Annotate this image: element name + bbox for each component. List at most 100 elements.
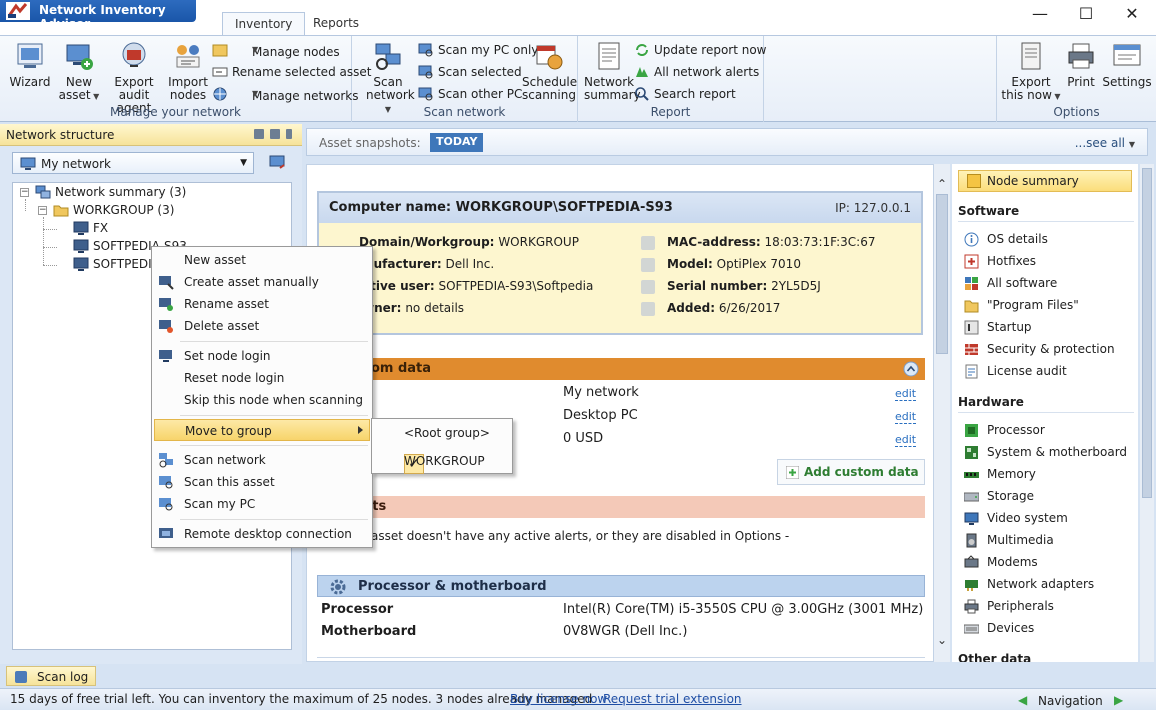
tree-label: Network summary (3): [55, 185, 187, 199]
scan-other-label: Scan other PC: [438, 87, 523, 101]
edit-link[interactable]: edit: [895, 433, 917, 447]
menu-rename-asset[interactable]: Rename asset: [154, 293, 370, 315]
hardware-heading: Hardware: [958, 395, 1024, 409]
snapshot-today[interactable]: TODAY: [430, 133, 484, 152]
menu-scan-my-pc[interactable]: Scan my PC: [154, 493, 370, 515]
scroll-up-icon[interactable]: ⌃: [934, 176, 950, 192]
startup-icon: [964, 320, 979, 335]
new-asset-button[interactable]: New asset ▼: [56, 40, 102, 103]
menu-scan-this-asset[interactable]: Scan this asset: [154, 471, 370, 493]
menu-move-to-group[interactable]: Move to group: [154, 419, 370, 441]
monitor-search-icon: [418, 65, 433, 79]
network-refresh-icon[interactable]: [268, 154, 288, 172]
schedule-scanning-button[interactable]: Schedule scanning: [522, 40, 577, 102]
request-trial-extension-link[interactable]: Request trial extension: [603, 692, 742, 706]
model-field: Model: OptiPlex 7010: [667, 257, 801, 271]
scan-network-label-1: Scan: [373, 75, 403, 89]
settings-label: Settings: [1102, 75, 1152, 89]
wizard-button[interactable]: Wizard: [8, 40, 52, 89]
agent-export-icon: [122, 42, 146, 67]
software-heading: Software: [958, 204, 1020, 218]
processor-header[interactable]: Processor & motherboard: [317, 575, 925, 597]
network-summary-icon: [35, 185, 51, 199]
menu-set-node-login[interactable]: Set node login: [154, 345, 370, 367]
minimize-icon[interactable]: —: [1020, 4, 1060, 26]
asset-details: Computer name: WORKGROUP\SOFTPEDIA-S93 I…: [306, 164, 934, 662]
network-summary-button[interactable]: Network summary: [584, 40, 641, 102]
domain-field: Domain/Workgroup: WORKGROUP: [359, 235, 579, 249]
menu-skip-node[interactable]: Skip this node when scanning: [154, 389, 370, 411]
forward-arrow-icon[interactable]: ▶: [1114, 693, 1123, 707]
printer-icon: [1068, 43, 1094, 69]
tab-inventory[interactable]: Inventory: [222, 12, 306, 36]
tab-reports[interactable]: Reports: [301, 12, 371, 36]
print-button[interactable]: Print: [1063, 40, 1099, 89]
chevron-down-icon: ▼: [1051, 92, 1061, 101]
license-icon: [965, 364, 978, 379]
import-nodes-button[interactable]: Import nodes: [166, 40, 210, 102]
chevron-down-icon: ▼: [252, 89, 259, 98]
node-summary-button[interactable]: Node summary: [958, 170, 1132, 192]
scan-selected-label: Scan selected: [438, 65, 522, 79]
navigation-control: ◀ Navigation ▶: [1018, 691, 1134, 709]
menu-remote-desktop[interactable]: Remote desktop connection: [154, 523, 370, 545]
panel-title: Network structure: [6, 128, 115, 142]
title-bar: Network Inventory Advisor ▼ Inventory Rep…: [0, 0, 1156, 36]
processor-label: Processor: [321, 602, 394, 617]
maximize-icon[interactable]: ☐: [1066, 4, 1106, 26]
collapse-up-icon[interactable]: [903, 361, 919, 377]
submenu-workgroup[interactable]: ✓ WORKGROUP: [374, 449, 510, 474]
summary-icon: [967, 174, 981, 188]
settings-button[interactable]: Settings: [1101, 40, 1153, 89]
scroll-thumb[interactable]: [936, 194, 948, 354]
pin-icon[interactable]: [286, 129, 292, 139]
network-card-icon: [641, 236, 655, 250]
scan-network-icon: [159, 453, 173, 468]
scroll-thumb[interactable]: [1142, 168, 1152, 498]
edit-link[interactable]: edit: [895, 410, 917, 424]
menu-scan-network[interactable]: Scan network: [154, 449, 370, 471]
submenu-root-group[interactable]: <Root group>: [374, 421, 510, 445]
search-icon: [635, 87, 649, 101]
panel-header: Network structure: [0, 124, 302, 146]
edit-link[interactable]: edit: [895, 387, 917, 401]
scan-log-tab[interactable]: Scan log: [6, 666, 96, 686]
add-custom-data-button[interactable]: Add custom data: [777, 459, 925, 485]
menu-delete-asset[interactable]: Delete asset: [154, 315, 370, 337]
import-nodes-icon: [176, 45, 200, 68]
nav-scrollbar[interactable]: [1140, 164, 1154, 662]
app-menu-button[interactable]: Network Inventory Advisor ▼: [0, 0, 196, 31]
custom-row-value: My network: [563, 385, 639, 400]
options-icon[interactable]: [270, 129, 280, 139]
collapse-icon[interactable]: −: [38, 206, 47, 215]
motherboard-value: 0V8WGR (Dell Inc.): [563, 624, 688, 639]
scan-pc-icon: [159, 498, 173, 511]
refresh-icon: [636, 44, 648, 56]
custom-data-header[interactable]: stom data: [317, 358, 925, 380]
buy-license-link[interactable]: Buy license now: [510, 692, 607, 706]
menu-create-asset-manually[interactable]: Create asset manually: [154, 271, 370, 293]
network-selector[interactable]: My network ▼: [12, 152, 254, 174]
menu-reset-node-login[interactable]: Reset node login: [154, 367, 370, 389]
menu-new-asset[interactable]: New asset: [154, 249, 370, 271]
alerts-header[interactable]: erts: [317, 496, 925, 518]
printer-icon: [964, 599, 979, 614]
see-all-link[interactable]: ...see all ▼: [1075, 136, 1135, 150]
dock-icon[interactable]: [254, 129, 264, 139]
modem-icon: [964, 555, 979, 568]
main-scrollbar[interactable]: ⌃ ⌄: [934, 164, 950, 662]
monitor-search-icon: [418, 87, 433, 101]
tree-label: WORKGROUP (3): [73, 203, 175, 217]
status-bar: 15 days of free trial left. You can inve…: [0, 688, 1156, 710]
computer-icon: [73, 257, 89, 271]
scroll-down-icon[interactable]: ⌄: [934, 632, 950, 648]
rename-computer-icon: [159, 298, 173, 311]
export-audit-agent-button[interactable]: Export audit agent: [104, 40, 164, 115]
close-icon[interactable]: ✕: [1112, 4, 1152, 26]
tree-label: FX: [93, 221, 109, 235]
display-icon: [964, 512, 979, 525]
back-arrow-icon[interactable]: ◀: [1018, 693, 1027, 707]
network-adapter-icon: [965, 580, 978, 591]
collapse-icon[interactable]: −: [20, 188, 29, 197]
export-this-now-button[interactable]: Export this now ▼: [1001, 40, 1061, 103]
